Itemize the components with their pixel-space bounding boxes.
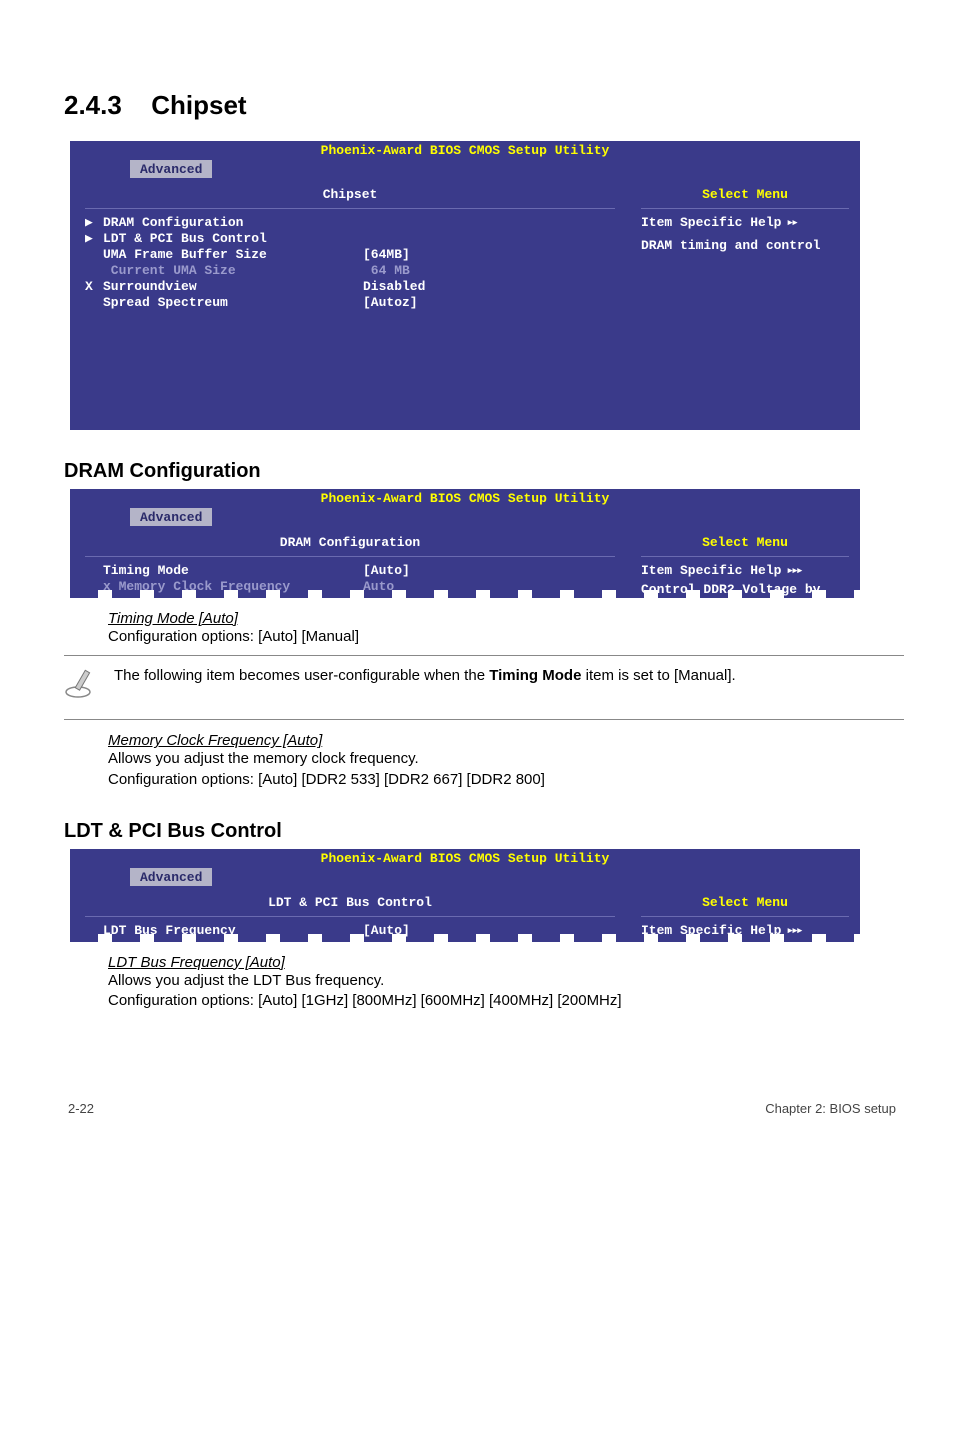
- note-timing-mode: The following item becomes user-configur…: [64, 655, 904, 720]
- bios-dram-panel: Phoenix-Award BIOS CMOS Setup Utility Ad…: [70, 489, 860, 590]
- cfg-label: LDT & PCI Bus Control: [103, 231, 363, 247]
- cfg-row-ldt-pci[interactable]: ▶ LDT & PCI Bus Control: [85, 231, 615, 247]
- bios-tab-row: Advanced: [70, 508, 860, 526]
- item-body-ldt-1: Allows you adjust the LDT Bus frequency.: [108, 971, 874, 991]
- blank-marker: [85, 263, 103, 279]
- bios-title-bar: Phoenix-Award BIOS CMOS Setup Utility: [70, 849, 860, 868]
- cfg-row-timing-mode[interactable]: Timing Mode [Auto]: [85, 563, 615, 579]
- bios-title-bar: Phoenix-Award BIOS CMOS Setup Utility: [70, 141, 860, 160]
- bios-chipset-panel: Phoenix-Award BIOS CMOS Setup Utility Ad…: [70, 141, 860, 430]
- section-number: 2.4.3: [64, 90, 144, 121]
- section-heading: 2.4.3 Chipset: [64, 90, 904, 121]
- item-body-ldt-2: Configuration options: [Auto] [1GHz] [80…: [108, 991, 874, 1011]
- item-title-memclk: Memory Clock Frequency [Auto]: [108, 732, 904, 749]
- help-line: DRAM timing and control: [641, 238, 849, 253]
- subsection-heading-dram: DRAM Configuration: [64, 460, 904, 483]
- tab-advanced[interactable]: Advanced: [130, 868, 212, 886]
- blank-marker: [85, 295, 103, 311]
- blank-marker: [85, 923, 103, 939]
- ldt-help-pane: Select Menu Item Specific Help: [630, 888, 860, 934]
- item-body-timing-mode: Configuration options: [Auto] [Manual]: [108, 627, 874, 647]
- help-line: Item Specific Help: [641, 563, 849, 578]
- ldt-left-pane: LDT & PCI Bus Control LDT Bus Frequency …: [70, 888, 630, 934]
- item-body-memclk-1: Allows you adjust the memory clock frequ…: [108, 749, 874, 769]
- ldt-pane-title: LDT & PCI Bus Control: [85, 895, 615, 917]
- bios-ldt-panel: Phoenix-Award BIOS CMOS Setup Utility Ad…: [70, 849, 860, 934]
- dram-help-pane: Select Menu Item Specific Help Control D…: [630, 528, 860, 590]
- cfg-label: DRAM Configuration: [103, 215, 363, 231]
- blank-marker: [85, 563, 103, 579]
- tab-advanced[interactable]: Advanced: [130, 508, 212, 526]
- blank-marker: [85, 579, 103, 595]
- item-body-memclk-2: Configuration options: [Auto] [DDR2 533]…: [108, 770, 874, 790]
- submenu-marker-icon: ▶: [85, 215, 103, 231]
- dram-left-pane: DRAM Configuration Timing Mode [Auto] x …: [70, 528, 630, 590]
- cfg-label: LDT Bus Frequency: [103, 923, 363, 939]
- cfg-row-mem-clock: x Memory Clock Frequency Auto: [85, 579, 615, 595]
- help-line: Item Specific Help: [641, 923, 849, 938]
- tab-advanced[interactable]: Advanced: [130, 160, 212, 178]
- pencil-note-icon: [64, 668, 114, 705]
- cfg-value: [64MB]: [363, 247, 410, 263]
- cfg-value: [Auto]: [363, 923, 410, 939]
- cfg-label: Current UMA Size: [103, 263, 363, 279]
- footer-chapter: Chapter 2: BIOS setup: [765, 1101, 896, 1116]
- chipset-pane-title: Chipset: [85, 187, 615, 209]
- cfg-label: Surroundview: [103, 279, 363, 295]
- blank-marker: [85, 247, 103, 263]
- section-title: Chipset: [151, 90, 246, 120]
- subsection-heading-ldt: LDT & PCI Bus Control: [64, 820, 904, 843]
- cfg-value: 64 MB: [363, 263, 410, 279]
- cfg-value: Disabled: [363, 279, 425, 295]
- select-menu-header: Select Menu: [641, 535, 849, 557]
- help-line: Control DDR2 Voltage by software: [641, 582, 849, 612]
- note-text: The following item becomes user-configur…: [114, 666, 736, 686]
- chipset-help-pane: Select Menu Item Specific Help DRAM timi…: [630, 180, 860, 430]
- cfg-label: x Memory Clock Frequency: [103, 579, 363, 595]
- bios-tab-row: Advanced: [70, 868, 860, 886]
- bios-tab-row: Advanced: [70, 160, 860, 178]
- cfg-label: UMA Frame Buffer Size: [103, 247, 363, 263]
- cfg-row-current-uma: Current UMA Size 64 MB: [85, 263, 615, 279]
- footer-page-number: 2-22: [68, 1101, 94, 1116]
- cfg-row-spread-spectrum[interactable]: Spread Spectreum [Autoz]: [85, 295, 615, 311]
- bios-title-bar: Phoenix-Award BIOS CMOS Setup Utility: [70, 489, 860, 508]
- submenu-marker-icon: ▶: [85, 231, 103, 247]
- cfg-row-ldt-bus-freq[interactable]: LDT Bus Frequency [Auto]: [85, 923, 615, 939]
- chipset-left-pane: Chipset ▶ DRAM Configuration ▶ LDT & PCI…: [70, 180, 630, 430]
- select-menu-header: Select Menu: [641, 895, 849, 917]
- cfg-row-dram-config[interactable]: ▶ DRAM Configuration: [85, 215, 615, 231]
- dram-pane-title: DRAM Configuration: [85, 535, 615, 557]
- cfg-value: [Auto]: [363, 563, 410, 579]
- select-menu-header: Select Menu: [641, 187, 849, 209]
- cfg-label: Spread Spectreum: [103, 295, 363, 311]
- disabled-marker-icon: X: [85, 279, 103, 295]
- cfg-value: [Autoz]: [363, 295, 418, 311]
- item-title-timing-mode: Timing Mode [Auto]: [108, 610, 904, 627]
- item-title-ldt-freq: LDT Bus Frequency [Auto]: [108, 954, 904, 971]
- help-line: Item Specific Help: [641, 215, 849, 230]
- cfg-row-surroundview[interactable]: X Surroundview Disabled: [85, 279, 615, 295]
- cfg-label: Timing Mode: [103, 563, 363, 579]
- cfg-row-uma-frame[interactable]: UMA Frame Buffer Size [64MB]: [85, 247, 615, 263]
- cfg-value: Auto: [363, 579, 394, 595]
- page-footer: 2-22 Chapter 2: BIOS setup: [60, 1101, 904, 1116]
